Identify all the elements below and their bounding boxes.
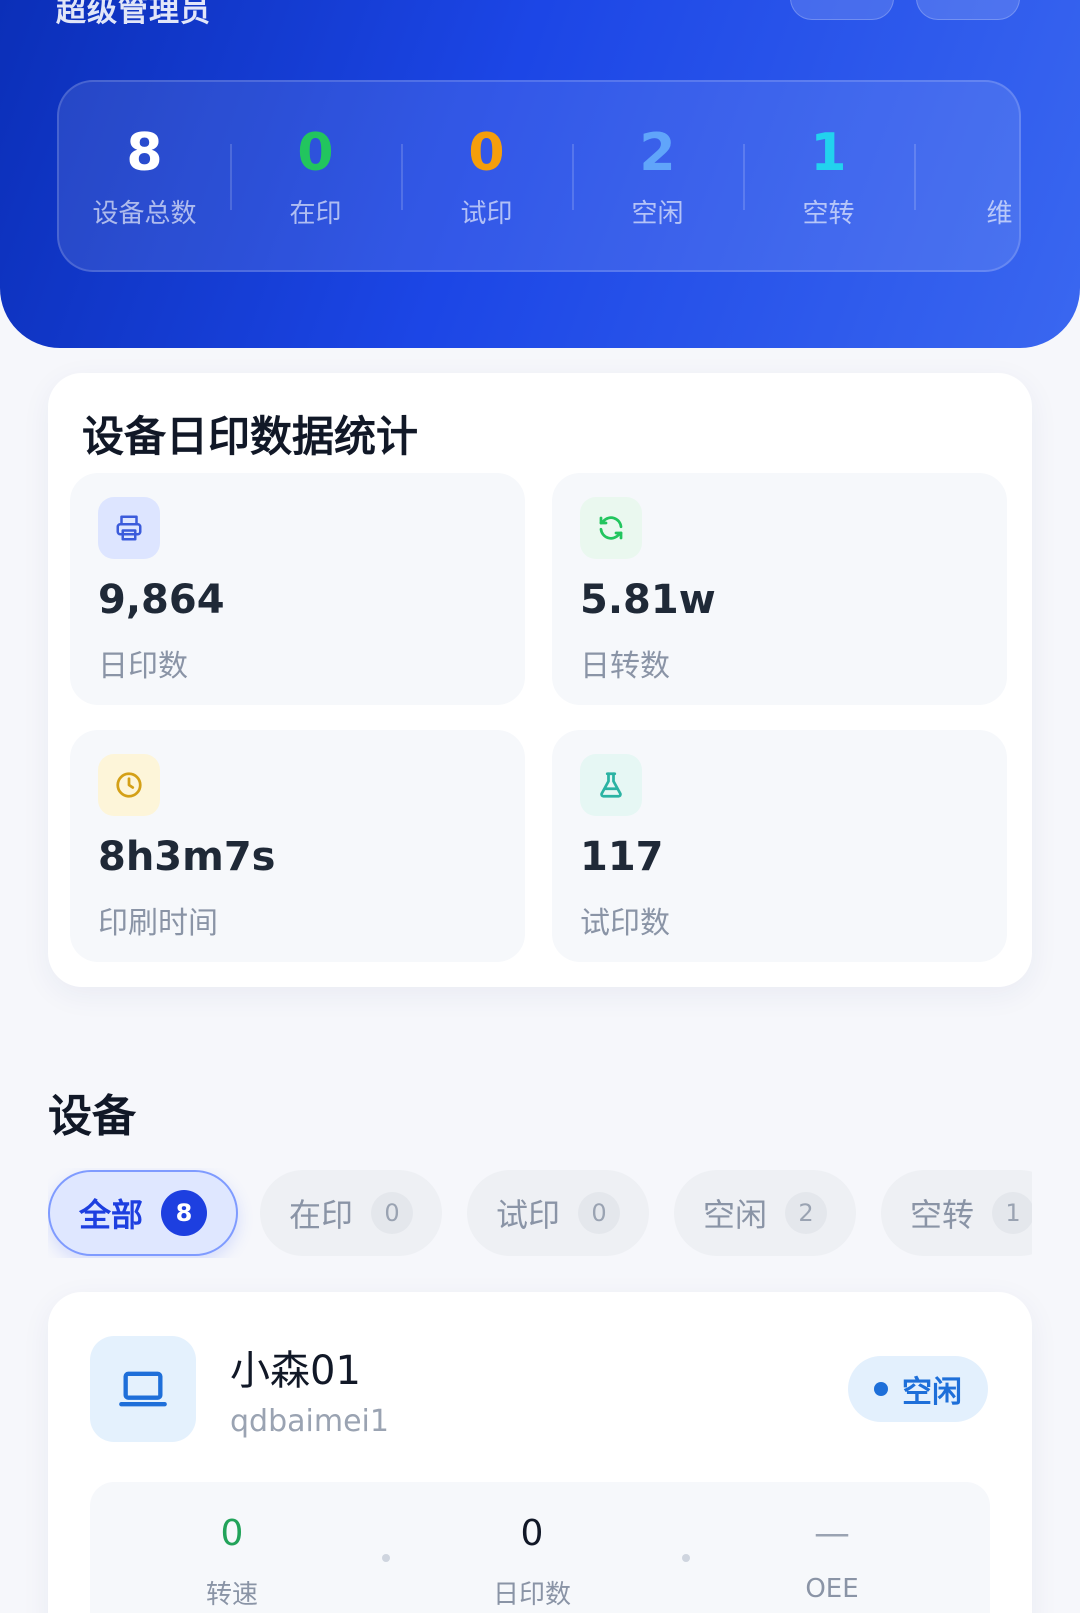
stat-tile-trial-prints: 117 试印数 [552, 730, 1007, 962]
summary-printing[interactable]: 0 在印 [230, 82, 401, 270]
tab-trial-label: 试印 [495, 1196, 560, 1234]
daily-stats-title: 设备日印数据统计 [82, 412, 419, 461]
tab-printing-count: 0 [371, 1192, 413, 1234]
metric-oee: — OEE [682, 1512, 982, 1604]
stat-tile-daily-rotations: 5.81w 日转数 [552, 473, 1007, 705]
tab-all-label: 全部 [78, 1196, 143, 1234]
device-filter-tabs: 全部 8 在印 0 试印 0 空闲 2 空转 1 [48, 1168, 1032, 1258]
device-card[interactable]: 小森01 qdbaimei1 空闲 0 转速 0 日印数 — OEE [48, 1292, 1032, 1613]
print-time-value: 8h3m7s [98, 834, 276, 880]
summary-total-label: 设备总数 [92, 198, 197, 229]
tab-running-empty-count: 1 [992, 1192, 1032, 1234]
daily-prints-label: 日印数 [98, 649, 188, 684]
status-dot-icon [874, 1382, 888, 1396]
metric-speed-value: 0 [220, 1513, 244, 1554]
metric-oee-value: — [814, 1513, 850, 1554]
metric-speed: 0 转速 [82, 1512, 382, 1611]
clock-icon [98, 754, 160, 816]
metric-daily-prints-label: 日印数 [492, 1580, 571, 1610]
summary-maintenance-value [990, 123, 1008, 183]
stat-tile-print-time: 8h3m7s 印刷时间 [70, 730, 525, 962]
tab-trial-count: 0 [578, 1192, 620, 1234]
tab-printing-label: 在印 [288, 1196, 353, 1234]
summary-idle[interactable]: 2 空闲 [572, 82, 743, 270]
header-action-button-2[interactable] [916, 0, 1020, 20]
header-banner: 超级管理员 8 设备总数 0 在印 0 试印 2 空闲 1 空转 维 [0, 0, 1080, 348]
summary-printing-value: 0 [297, 122, 334, 183]
tab-running-empty-label: 空转 [909, 1196, 974, 1234]
flask-icon [580, 754, 642, 816]
stat-tile-daily-prints: 9,864 日印数 [70, 473, 525, 705]
print-time-label: 印刷时间 [98, 906, 218, 941]
tab-all-count: 8 [161, 1190, 207, 1236]
summary-idle-value: 2 [639, 122, 676, 183]
metric-daily-prints-value: 0 [520, 1513, 544, 1554]
status-badge: 空闲 [848, 1356, 988, 1422]
metric-daily-prints: 0 日印数 [382, 1512, 682, 1611]
device-summary-panel: 8 设备总数 0 在印 0 试印 2 空闲 1 空转 维 [57, 80, 1021, 272]
laptop-icon [90, 1336, 196, 1442]
tab-trial[interactable]: 试印 0 [467, 1170, 649, 1256]
daily-rotations-value: 5.81w [580, 577, 716, 623]
tab-idle-label: 空闲 [702, 1196, 767, 1234]
summary-total-value: 8 [126, 122, 163, 183]
device-metrics: 0 转速 0 日印数 — OEE [90, 1482, 990, 1613]
summary-maintenance-label: 维 [986, 198, 1013, 229]
metric-speed-label: 转速 [205, 1580, 258, 1610]
tab-idle[interactable]: 空闲 2 [674, 1170, 856, 1256]
device-code: qdbaimei1 [230, 1404, 389, 1439]
daily-prints-value: 9,864 [98, 577, 225, 623]
trial-prints-label: 试印数 [580, 906, 670, 941]
devices-section-title: 设备 [48, 1091, 136, 1142]
daily-rotations-label: 日转数 [580, 649, 670, 684]
tab-printing[interactable]: 在印 0 [260, 1170, 442, 1256]
summary-printing-label: 在印 [289, 198, 342, 229]
trial-prints-value: 117 [580, 834, 664, 880]
tab-all[interactable]: 全部 8 [48, 1170, 238, 1256]
daily-stats-card: 设备日印数据统计 9,864 日印数 5.81w 日转数 8h3m7s 印刷时间 [48, 373, 1032, 987]
summary-running-empty[interactable]: 1 空转 [743, 82, 914, 270]
summary-trial-value: 0 [468, 122, 505, 183]
summary-trial[interactable]: 0 试印 [401, 82, 572, 270]
refresh-icon [580, 497, 642, 559]
summary-trial-label: 试印 [460, 198, 513, 229]
status-badge-label: 空闲 [902, 1375, 962, 1410]
role-title: 超级管理员 [56, 0, 211, 29]
device-name: 小森01 [230, 1348, 361, 1394]
metric-oee-label: OEE [805, 1574, 859, 1604]
summary-idle-label: 空闲 [631, 198, 684, 229]
tab-idle-count: 2 [785, 1192, 827, 1234]
tab-running-empty[interactable]: 空转 1 [881, 1170, 1032, 1256]
summary-total[interactable]: 8 设备总数 [59, 82, 230, 270]
header-action-button-1[interactable] [790, 0, 894, 20]
summary-maintenance[interactable]: 维 [914, 82, 1019, 270]
summary-running-empty-value: 1 [810, 122, 847, 183]
printer-icon [98, 497, 160, 559]
summary-running-empty-label: 空转 [802, 198, 855, 229]
